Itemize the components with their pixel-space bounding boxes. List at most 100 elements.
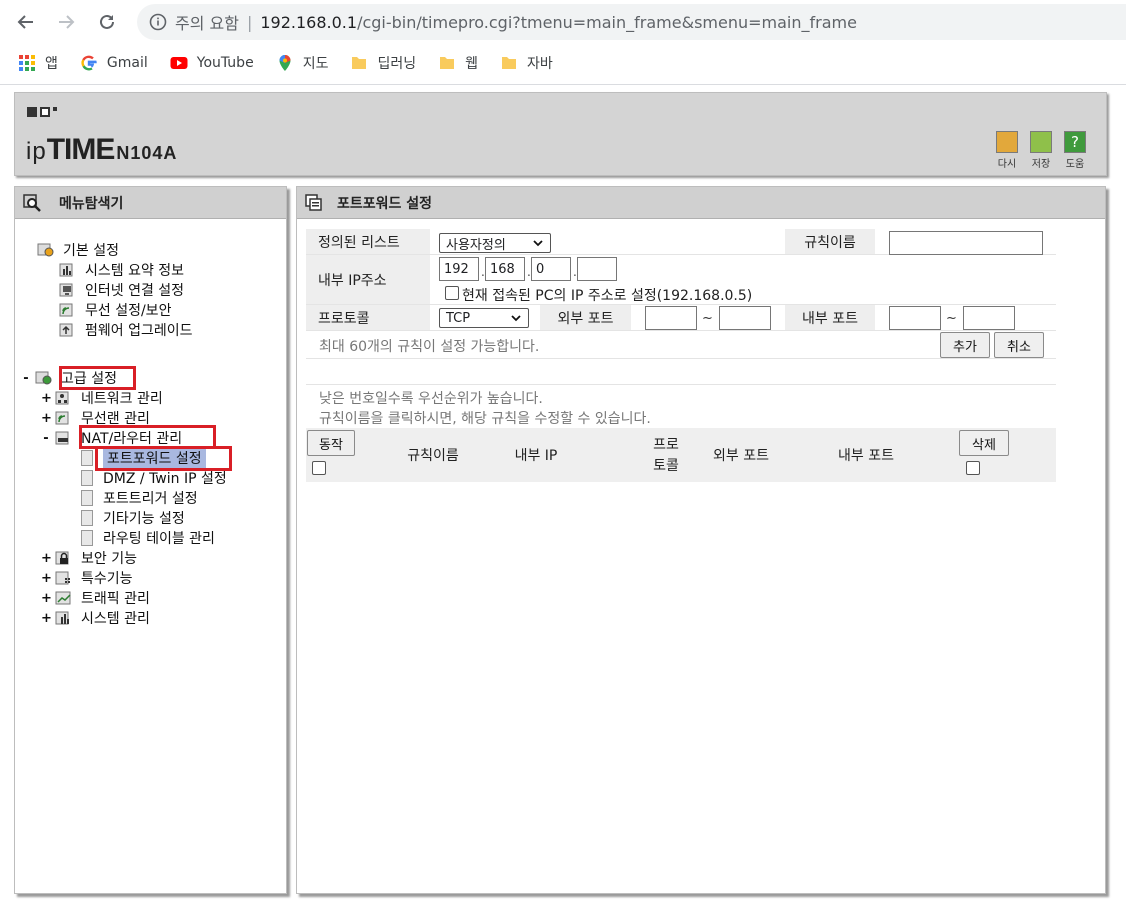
chevron-down-icon (533, 240, 543, 247)
help-button[interactable]: ? 도움 (1058, 131, 1092, 170)
wireless-icon (59, 303, 73, 317)
forward-button[interactable] (52, 8, 80, 36)
forward-arrow-icon (59, 15, 75, 29)
column-internal-port: 내부 포트 (838, 448, 894, 464)
preset-label: 정의된 리스트 (306, 229, 430, 254)
bookmark-maps[interactable]: 지도 (276, 53, 328, 73)
expand-toggle[interactable]: + (41, 571, 52, 586)
add-button[interactable]: 추가 (940, 332, 990, 358)
back-arrow-icon (17, 15, 33, 29)
tree-item-system-summary[interactable]: 시스템 요약 정보 (59, 260, 184, 280)
external-port-start-input[interactable] (645, 306, 697, 330)
tree-item-traffic[interactable]: + 트래픽 관리 (41, 588, 150, 608)
rule-name-input[interactable] (889, 231, 1043, 255)
reload-button[interactable] (93, 8, 121, 36)
collapse-toggle[interactable]: - (41, 431, 51, 446)
bookmark-folder-java[interactable]: 자바 (500, 53, 553, 73)
expand-toggle[interactable]: + (41, 591, 52, 606)
bookmark-label: 앱 (45, 56, 58, 72)
tree-item-network-management[interactable]: + 네트워크 관리 (41, 388, 163, 408)
undo-icon (996, 131, 1018, 153)
address-separator: | (246, 12, 253, 32)
ip-octet-1[interactable]: 192 (439, 257, 479, 281)
pc-icon (59, 283, 73, 297)
page-title: 포트포워드 설정 (337, 195, 433, 212)
tree-item-internet-setup[interactable]: 인터넷 연결 설정 (59, 280, 184, 300)
bookmark-apps[interactable]: 앱 (18, 53, 58, 73)
reload-icon (100, 14, 114, 29)
menu-explorer-panel: 메뉴탐색기 기본 설정 시스템 요약 정보 인터넷 연결 설정 무선 설정/보안… (14, 186, 287, 894)
bookmark-label: 자바 (526, 56, 553, 72)
tree-item-routing-table[interactable]: 라우팅 테이블 관리 (81, 528, 215, 548)
action-button[interactable]: 동작 (307, 430, 355, 456)
bookmark-gmail[interactable]: Gmail (80, 54, 148, 72)
form-row-internal-ip: 내부 IP주소 192 . 168 . 0 . 현재 접속된 PC의 IP 주소… (306, 255, 1056, 305)
address-bar[interactable]: 주의 요함 | 192.168.0.1 /cgi-bin/timepro.cgi… (137, 4, 1126, 40)
select-all-delete-checkbox[interactable] (966, 461, 980, 475)
delete-button[interactable]: 삭제 (959, 430, 1009, 456)
ip-octet-3[interactable]: 0 (531, 257, 571, 281)
folder-setup-icon (35, 371, 52, 385)
bookmark-folder-deeplearning[interactable]: 딥러닝 (350, 53, 416, 73)
reload-config-button[interactable]: 다시 (990, 131, 1024, 170)
form-spacer-row (306, 359, 1056, 385)
ip-octet-4[interactable] (577, 257, 617, 281)
select-all-action-checkbox[interactable] (312, 461, 326, 475)
tree-item-firmware-upgrade[interactable]: 펌웨어 업그레이드 (59, 320, 193, 340)
range-tilde: ~ (702, 311, 713, 326)
tree-item-wireless-setup[interactable]: 무선 설정/보안 (59, 300, 171, 320)
tree-item-security[interactable]: + 보안 기능 (41, 548, 137, 568)
tree-advanced-setup[interactable]: - 고급 설정 (21, 368, 117, 388)
bookmark-label: 웹 (465, 56, 478, 72)
tree-item-dmz[interactable]: DMZ / Twin IP 설정 (81, 468, 227, 488)
bookmark-youtube[interactable]: YouTube (170, 54, 254, 72)
tree-item-system-management[interactable]: + 시스템 관리 (41, 608, 150, 628)
document-icon (81, 530, 93, 546)
save-button[interactable]: 저장 (1024, 131, 1058, 170)
tree-item-nat-router[interactable]: - NAT/라우터 관리 (41, 428, 182, 448)
preset-select[interactable]: 사용자정의 (439, 233, 551, 253)
wireless-icon (55, 411, 69, 425)
folder-icon (352, 57, 367, 69)
upgrade-icon (59, 323, 73, 337)
back-button[interactable] (12, 8, 40, 36)
ip-octet-2[interactable]: 168 (485, 257, 525, 281)
external-port-label: 외부 포트 (540, 305, 631, 330)
tree-item-port-trigger[interactable]: 포트트리거 설정 (81, 488, 198, 508)
cancel-button[interactable]: 취소 (994, 332, 1044, 358)
protocol-label: 프로토콜 (306, 305, 430, 330)
tree-item-wireless-management[interactable]: + 무선랜 관리 (41, 408, 150, 428)
special-icon (55, 571, 70, 585)
internal-port-end-input[interactable] (963, 306, 1015, 330)
tree-item-special[interactable]: + 특수기능 (41, 568, 133, 588)
priority-note: 낮은 번호일수록 우선순위가 높습니다. (319, 391, 543, 407)
tree-basic-setup[interactable]: 기본 설정 (37, 240, 119, 260)
document-icon (81, 510, 93, 526)
expand-toggle[interactable]: + (41, 391, 52, 406)
bookmarks-bar: 앱 Gmail YouTube 지도 딥러닝 웹 자바 (0, 46, 1126, 80)
bookmark-label: 딥러닝 (377, 56, 417, 72)
bookmark-folder-web[interactable]: 웹 (438, 53, 478, 73)
external-port-end-input[interactable] (719, 306, 771, 330)
chart-icon (55, 611, 69, 625)
column-protocol-line2: 토콜 (653, 458, 679, 474)
use-current-pc-label: 현재 접속된 PC의 IP 주소로 설정(192.168.0.5) (462, 288, 753, 304)
tree-item-misc[interactable]: 기타기능 설정 (81, 508, 185, 528)
tree-item-port-forward[interactable]: 포트포워드 설정 (81, 448, 206, 468)
document-icon (81, 470, 93, 486)
column-external-port: 외부 포트 (713, 448, 769, 464)
internal-port-start-input[interactable] (889, 306, 941, 330)
traffic-chart-icon (55, 591, 71, 605)
form-row-protocol: 프로토콜 TCP 외부 포트 ~ 내부 포트 ~ (306, 305, 1056, 331)
expand-toggle[interactable]: + (41, 611, 52, 626)
expand-toggle[interactable]: + (41, 551, 52, 566)
expand-toggle[interactable]: + (41, 411, 52, 426)
router-header: ip TIME N104A 다시 저장 ? 도움 (14, 92, 1107, 176)
chart-icon (59, 263, 73, 277)
use-current-pc-checkbox[interactable] (445, 286, 459, 300)
collapse-toggle[interactable]: - (21, 371, 31, 386)
google-g-icon (81, 55, 97, 71)
window-icon (305, 193, 322, 211)
protocol-select[interactable]: TCP (439, 308, 529, 328)
edit-rule-note: 규칙이름을 클릭하시면, 해당 규칙을 수정할 수 있습니다. (319, 411, 651, 427)
